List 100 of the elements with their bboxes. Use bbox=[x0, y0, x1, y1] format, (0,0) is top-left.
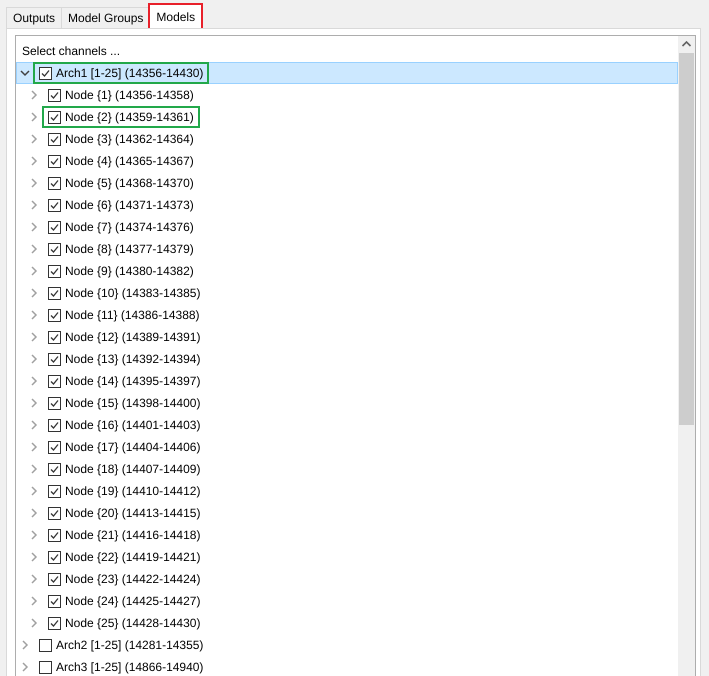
tree-row[interactable]: Node {25} (14428-14430) bbox=[16, 612, 678, 634]
tree-label: Node {7} (14374-14376) bbox=[65, 219, 194, 236]
tree-label: Node {22} (14419-14421) bbox=[65, 549, 200, 566]
chevron-right-icon[interactable] bbox=[29, 200, 39, 210]
chevron-right-icon[interactable] bbox=[20, 640, 30, 650]
checkbox[interactable] bbox=[48, 220, 61, 234]
chevron-right-icon[interactable] bbox=[29, 486, 39, 496]
chevron-right-icon[interactable] bbox=[29, 420, 39, 430]
checkbox[interactable] bbox=[48, 594, 61, 608]
tree-label: Node {9} (14380-14382) bbox=[65, 263, 194, 280]
checkbox[interactable] bbox=[48, 330, 61, 344]
tree-row[interactable]: Node {21} (14416-14418) bbox=[16, 524, 678, 546]
tree-row[interactable]: Node {15} (14398-14400) bbox=[16, 392, 678, 414]
tree-label: Arch3 [1-25] (14866-14940) bbox=[56, 659, 204, 676]
tree-label: Node {10} (14383-14385) bbox=[65, 285, 200, 302]
tree-row[interactable]: Node {23} (14422-14424) bbox=[16, 568, 678, 590]
tree-label: Node {12} (14389-14391) bbox=[65, 329, 200, 346]
chevron-right-icon[interactable] bbox=[29, 464, 39, 474]
chevron-right-icon[interactable] bbox=[29, 310, 39, 320]
tree-row[interactable]: Node {19} (14410-14412) bbox=[16, 480, 678, 502]
chevron-right-icon[interactable] bbox=[20, 662, 30, 672]
checkbox[interactable] bbox=[48, 396, 61, 410]
checkbox[interactable] bbox=[48, 528, 61, 542]
checkbox[interactable] bbox=[48, 110, 61, 124]
checkbox[interactable] bbox=[39, 638, 52, 652]
tree-row[interactable]: Arch1 [1-25] (14356-14430) bbox=[16, 62, 678, 84]
checkbox[interactable] bbox=[39, 660, 52, 674]
tree-row[interactable]: Node {22} (14419-14421) bbox=[16, 546, 678, 568]
checkbox[interactable] bbox=[39, 66, 52, 80]
tree-row[interactable]: Node {4} (14365-14367) bbox=[16, 150, 678, 172]
tab[interactable]: Model Groups bbox=[61, 7, 150, 28]
checkbox[interactable] bbox=[48, 242, 61, 256]
checkbox[interactable] bbox=[48, 506, 61, 520]
checkbox[interactable] bbox=[48, 352, 61, 366]
tree-row[interactable]: Node {8} (14377-14379) bbox=[16, 238, 678, 260]
tab[interactable]: Models bbox=[149, 4, 202, 29]
checkbox[interactable] bbox=[48, 176, 61, 190]
tab[interactable]: Outputs bbox=[6, 7, 62, 28]
checkbox[interactable] bbox=[48, 154, 61, 168]
chevron-down-icon[interactable] bbox=[20, 68, 30, 78]
tree-row[interactable]: Node {16} (14401-14403) bbox=[16, 414, 678, 436]
tree-row[interactable]: Node {11} (14386-14388) bbox=[16, 304, 678, 326]
chevron-right-icon[interactable] bbox=[29, 134, 39, 144]
chevron-right-icon[interactable] bbox=[29, 112, 39, 122]
tree-header: Select channels ... bbox=[21, 43, 122, 60]
chevron-right-icon[interactable] bbox=[29, 266, 39, 276]
checkbox[interactable] bbox=[48, 462, 61, 476]
tree-row[interactable]: Node {3} (14362-14364) bbox=[16, 128, 678, 150]
chevron-right-icon[interactable] bbox=[29, 244, 39, 254]
checkbox[interactable] bbox=[48, 374, 61, 388]
checkbox[interactable] bbox=[48, 484, 61, 498]
chevron-right-icon[interactable] bbox=[29, 178, 39, 188]
tree-row[interactable]: Node {10} (14383-14385) bbox=[16, 282, 678, 304]
scrollbar[interactable] bbox=[678, 36, 695, 676]
tree-row[interactable]: Node {17} (14404-14406) bbox=[16, 436, 678, 458]
chevron-right-icon[interactable] bbox=[29, 332, 39, 342]
chevron-right-icon[interactable] bbox=[29, 596, 39, 606]
checkbox[interactable] bbox=[48, 616, 61, 630]
tree-row[interactable]: Node {24} (14425-14427) bbox=[16, 590, 678, 612]
tree-row[interactable]: Node {9} (14380-14382) bbox=[16, 260, 678, 282]
tree-row[interactable]: Node {5} (14368-14370) bbox=[16, 172, 678, 194]
checkbox[interactable] bbox=[48, 440, 61, 454]
checkbox[interactable] bbox=[48, 264, 61, 278]
checkbox[interactable] bbox=[48, 286, 61, 300]
tree-row[interactable]: Node {13} (14392-14394) bbox=[16, 348, 678, 370]
chevron-right-icon[interactable] bbox=[29, 508, 39, 518]
chevron-right-icon[interactable] bbox=[29, 552, 39, 562]
tree-row[interactable]: Node {1} (14356-14358) bbox=[16, 84, 678, 106]
chevron-right-icon[interactable] bbox=[29, 618, 39, 628]
chevron-right-icon[interactable] bbox=[29, 376, 39, 386]
checkbox[interactable] bbox=[48, 132, 61, 146]
checkbox[interactable] bbox=[48, 550, 61, 564]
chevron-right-icon[interactable] bbox=[29, 222, 39, 232]
checkbox[interactable] bbox=[48, 418, 61, 432]
tree-label: Node {2} (14359-14361) bbox=[65, 109, 194, 126]
tree-row[interactable]: Node {20} (14413-14415) bbox=[16, 502, 678, 524]
tree-row[interactable]: Node {12} (14389-14391) bbox=[16, 326, 678, 348]
tree-row[interactable]: Arch3 [1-25] (14866-14940) bbox=[16, 656, 678, 676]
tree-row[interactable]: Node {14} (14395-14397) bbox=[16, 370, 678, 392]
chevron-right-icon[interactable] bbox=[29, 442, 39, 452]
tree-row[interactable]: Node {2} (14359-14361) bbox=[16, 106, 678, 128]
checkbox[interactable] bbox=[48, 88, 61, 102]
tree-row[interactable]: Node {7} (14374-14376) bbox=[16, 216, 678, 238]
chevron-right-icon[interactable] bbox=[29, 354, 39, 364]
tree-row[interactable]: Arch2 [1-25] (14281-14355) bbox=[16, 634, 678, 656]
tree-label: Node {23} (14422-14424) bbox=[65, 571, 200, 588]
chevron-right-icon[interactable] bbox=[29, 530, 39, 540]
checkbox[interactable] bbox=[48, 198, 61, 212]
chevron-right-icon[interactable] bbox=[29, 574, 39, 584]
checkbox[interactable] bbox=[48, 572, 61, 586]
chevron-right-icon[interactable] bbox=[29, 288, 39, 298]
chevron-right-icon[interactable] bbox=[29, 398, 39, 408]
chevron-right-icon[interactable] bbox=[29, 90, 39, 100]
tree-row[interactable]: Node {18} (14407-14409) bbox=[16, 458, 678, 480]
scrollbar-thumb[interactable] bbox=[679, 53, 694, 425]
tree-label: Node {5} (14368-14370) bbox=[65, 175, 194, 192]
checkbox[interactable] bbox=[48, 308, 61, 322]
tree-row[interactable]: Node {6} (14371-14373) bbox=[16, 194, 678, 216]
tree-label: Node {17} (14404-14406) bbox=[65, 439, 200, 456]
chevron-right-icon[interactable] bbox=[29, 156, 39, 166]
